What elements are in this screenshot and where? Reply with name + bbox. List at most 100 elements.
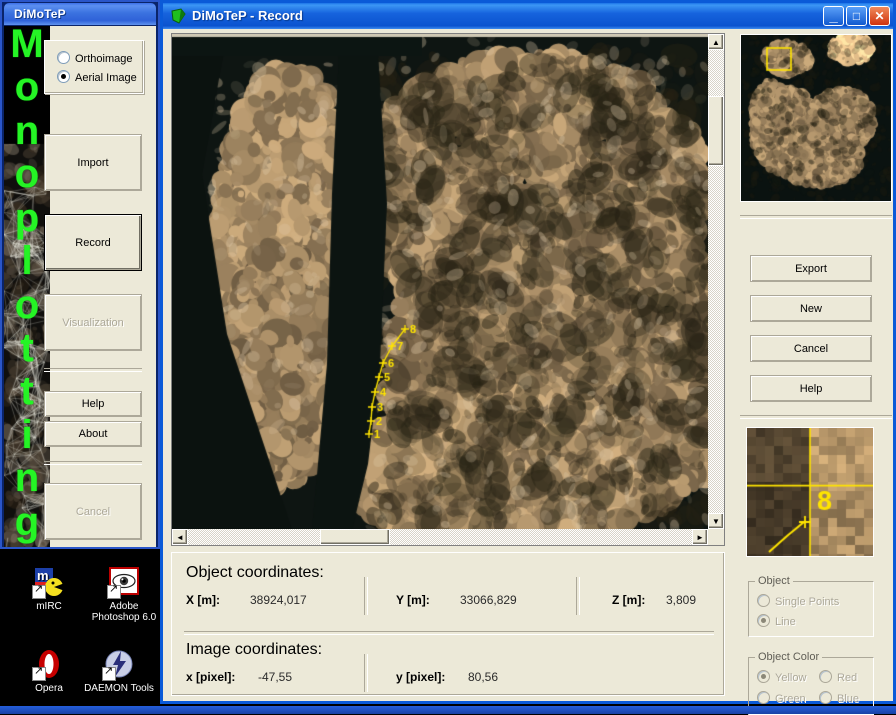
radio-blue[interactable]: Blue (819, 691, 859, 705)
radio-aerial-image-dot (57, 70, 70, 83)
opera-icon (32, 648, 65, 681)
shortcut-overlay-icon (32, 583, 46, 599)
scroll-up-glyph: ▲ (712, 37, 720, 47)
photoshop-icon (107, 566, 140, 599)
close-button[interactable]: ✕ (869, 6, 890, 26)
image-mode-group: Orthoimage Aerial Image (44, 40, 144, 94)
desktop-icon-photoshop-label: Adobe Photoshop 6.0 (91, 601, 157, 623)
horizontal-scroll-thumb[interactable] (320, 529, 390, 545)
radio-aerial-image-label: Aerial Image (75, 72, 137, 84)
import-button[interactable]: Import (44, 134, 142, 191)
radio-red-label: Red (837, 672, 858, 684)
scrollbar-corner (708, 529, 724, 545)
radio-line-dot (757, 614, 770, 627)
radio-yellow-label: Yellow (775, 672, 807, 684)
scroll-left-button[interactable]: ◄ (172, 529, 188, 545)
radio-yellow[interactable]: Yellow (757, 670, 806, 684)
scroll-right-button[interactable]: ► (692, 529, 708, 545)
scroll-down-button[interactable]: ▼ (708, 513, 724, 529)
radio-blue-dot (819, 691, 832, 704)
object-coordinates-heading: Object coordinates: (186, 564, 324, 581)
object-color-group-legend: Object Color (755, 651, 823, 663)
desktop-icon-mirc-label: mIRC (36, 601, 62, 612)
maximize-glyph: □ (852, 9, 861, 23)
desktop-icon-daemon-label: DAEMON Tools (84, 683, 154, 694)
minimize-glyph: _ (829, 8, 838, 25)
shortcut-overlay-icon (107, 583, 121, 599)
maximize-button[interactable]: □ (846, 6, 867, 26)
window-controls: _ □ ✕ (823, 6, 890, 26)
image-coordinates-heading: Image coordinates: (186, 641, 323, 658)
launcher-window: DiMoTeP Monoplotting Orthoimage Aerial I… (0, 0, 160, 549)
record-help-button[interactable]: Help (750, 375, 872, 402)
desktop-icon-photoshop[interactable]: Adobe Photoshop 6.0 (85, 566, 163, 623)
taskbar (0, 706, 896, 714)
shortcut-overlay-icon (102, 665, 116, 681)
launcher-title-bar[interactable]: DiMoTeP (4, 3, 156, 25)
right-panel: Export New Cancel Help Object Single Poi… (732, 29, 892, 715)
object-group: Object Single Points Line (748, 575, 874, 637)
new-button[interactable]: New (750, 295, 872, 322)
record-button[interactable]: Record (44, 214, 142, 271)
window-client-area: ▲ ▼ ◄ ► Object coordinates: X [m]: 38924… (166, 29, 892, 715)
radio-single-points-label: Single Points (775, 596, 840, 608)
z-meters-label: Z [m]: (612, 593, 646, 607)
x-pixel-label: x [pixel]: (186, 670, 236, 684)
mirc-icon: m t (32, 566, 65, 599)
minimize-button[interactable]: _ (823, 6, 844, 26)
aerial-image[interactable] (172, 34, 709, 530)
radio-red[interactable]: Red (819, 670, 857, 684)
about-button[interactable]: About (44, 421, 142, 447)
scroll-down-glyph: ▼ (712, 516, 720, 526)
window-title-bar[interactable]: DiMoTeP - Record _ □ ✕ (163, 3, 893, 29)
image-viewport[interactable]: ▲ ▼ ◄ ► (171, 33, 725, 546)
scroll-up-button[interactable]: ▲ (708, 34, 724, 50)
export-button-label: Export (795, 262, 827, 275)
launcher-help-button[interactable]: Help (44, 391, 142, 417)
visualization-button[interactable]: Visualization (44, 294, 142, 351)
y-pixel-label: y [pixel]: (396, 670, 446, 684)
radio-green-label: Green (775, 693, 806, 705)
scroll-right-glyph: ► (696, 532, 704, 542)
overview-map[interactable] (740, 34, 892, 202)
shortcut-overlay-icon (32, 665, 46, 681)
scroll-left-glyph: ◄ (176, 532, 184, 542)
radio-green[interactable]: Green (757, 691, 806, 705)
cancel-button[interactable]: Cancel (750, 335, 872, 362)
horizontal-scrollbar[interactable]: ◄ ► (172, 529, 708, 545)
launcher-cancel-button[interactable]: Cancel (44, 483, 142, 540)
radio-green-dot (757, 691, 770, 704)
export-button[interactable]: Export (750, 255, 872, 282)
radio-line-label: Line (775, 616, 796, 628)
radio-aerial-image[interactable]: Aerial Image (57, 70, 137, 84)
close-glyph: ✕ (874, 9, 885, 23)
desktop-icon-opera[interactable]: Opera (10, 648, 88, 694)
desktop-icon-opera-label: Opera (35, 683, 63, 694)
desktop-icon-mirc[interactable]: m t mIRC (10, 566, 88, 612)
radio-blue-label: Blue (837, 693, 860, 705)
vertical-scroll-thumb[interactable] (708, 96, 724, 166)
z-meters-value: 3,809 (666, 593, 697, 607)
record-help-label: Help (799, 382, 823, 395)
desktop-icon-daemon-tools[interactable]: DAEMON Tools (80, 648, 158, 694)
launcher-cancel-label: Cancel (75, 505, 111, 518)
record-button-label: Record (75, 236, 111, 249)
monoplotting-vertical-text: Monoplotting (4, 26, 50, 547)
vertical-scrollbar[interactable]: ▲ ▼ (708, 34, 724, 529)
x-meters-value: 38924,017 (250, 593, 307, 607)
app-logo-icon (170, 8, 187, 25)
window-title-text: DiMoTeP - Record (192, 8, 303, 23)
radio-line[interactable]: Line (757, 614, 796, 628)
radio-orthoimage[interactable]: Orthoimage (57, 51, 132, 65)
daemon-tools-icon (102, 648, 135, 681)
zoom-magnifier[interactable] (746, 427, 874, 557)
visualization-button-label: Visualization (62, 316, 124, 329)
y-pixel-value: 80,56 (468, 670, 499, 684)
launcher-help-label: Help (81, 398, 105, 410)
radio-yellow-dot (757, 670, 770, 683)
screen: DiMoTeP Monoplotting Orthoimage Aerial I… (0, 0, 896, 715)
coordinates-panel: Object coordinates: X [m]: 38924,017 Y [… (171, 552, 725, 696)
cancel-button-label: Cancel (793, 342, 829, 355)
x-pixel-value: -47,55 (258, 670, 293, 684)
radio-single-points[interactable]: Single Points (757, 594, 839, 608)
